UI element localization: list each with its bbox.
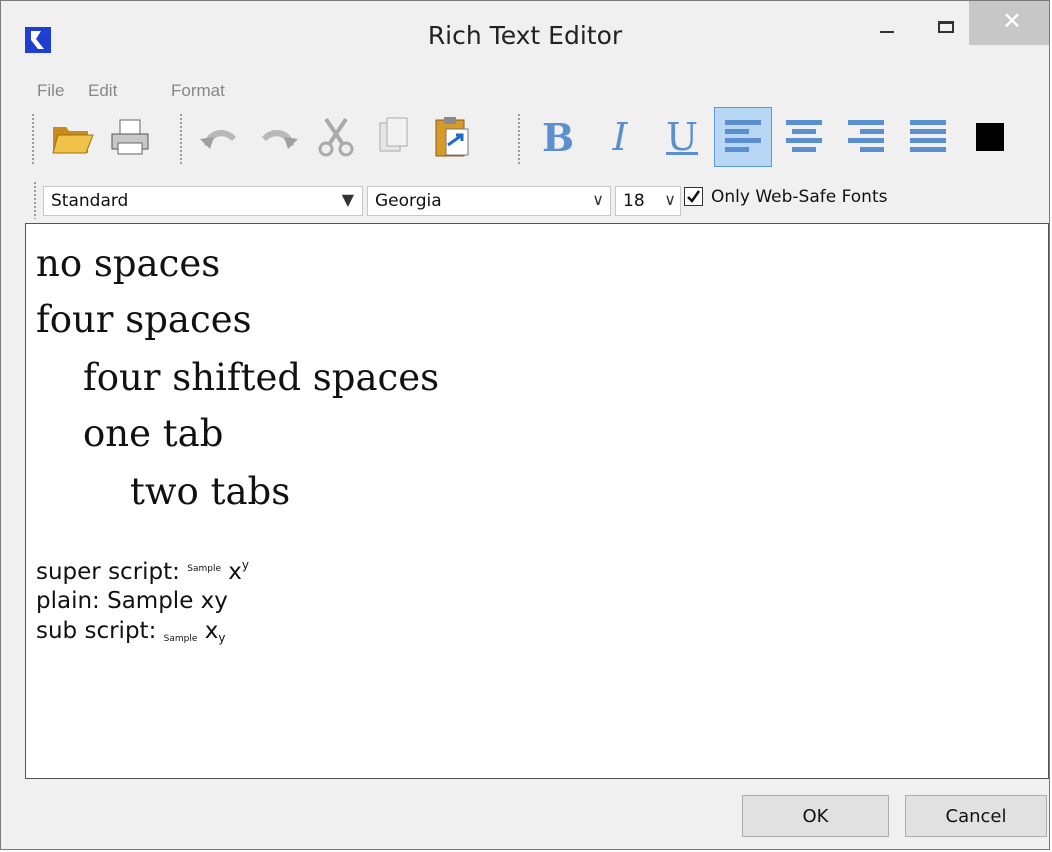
- formatbar-grip[interactable]: [33, 181, 37, 219]
- italic-icon: I: [612, 115, 628, 159]
- close-button[interactable]: ✕: [969, 1, 1049, 45]
- minimize-button[interactable]: [859, 3, 919, 43]
- align-left-icon: [725, 120, 761, 152]
- chevron-down-icon: ∨: [664, 190, 676, 209]
- cut-icon: [318, 117, 354, 157]
- chevron-down-icon: ▼: [341, 190, 354, 209]
- plain-line: plain: Sample xy: [36, 588, 228, 614]
- text-color-button[interactable]: [961, 107, 1019, 167]
- editor-line: one tab: [83, 412, 224, 455]
- menu-format[interactable]: Format: [171, 81, 225, 101]
- justify-button[interactable]: [899, 107, 957, 167]
- web-safe-fonts-checkbox[interactable]: [684, 187, 703, 206]
- bold-button[interactable]: B: [529, 107, 587, 167]
- font-select-value: Georgia: [375, 191, 442, 211]
- subscript-line: sub script: Sample xy: [36, 618, 225, 645]
- open-folder-icon: [52, 127, 94, 154]
- superscript-line: super script: Sample xy: [36, 558, 249, 585]
- bold-icon: B: [541, 114, 575, 160]
- toolbar-grip[interactable]: [31, 113, 35, 165]
- underline-button[interactable]: U: [653, 107, 711, 167]
- open-button[interactable]: [43, 107, 101, 167]
- font-select[interactable]: Georgia ∨: [367, 186, 611, 216]
- menu-file[interactable]: File: [37, 81, 64, 101]
- menu-edit[interactable]: Edit: [88, 81, 117, 101]
- title-bar: Rich Text Editor ✕: [1, 1, 1049, 71]
- underline-icon: U: [665, 115, 699, 159]
- ok-button[interactable]: OK: [742, 795, 889, 837]
- dialog-footer: OK Cancel: [1, 780, 1049, 849]
- print-icon: [111, 119, 149, 155]
- web-safe-fonts-label: Only Web-Safe Fonts: [711, 187, 888, 207]
- toolbar-grip[interactable]: [517, 113, 521, 165]
- cut-button[interactable]: [307, 107, 365, 167]
- align-right-icon: [848, 120, 884, 152]
- undo-button[interactable]: [191, 107, 249, 167]
- subscript-y: y: [218, 631, 226, 645]
- style-select-value: Standard: [51, 191, 129, 211]
- undo-icon: [200, 130, 236, 149]
- subscript-label: sub script:: [36, 618, 157, 644]
- superscript-y: y: [241, 558, 250, 572]
- subscript-x: x: [204, 618, 219, 644]
- size-select[interactable]: 18 ∨: [615, 186, 681, 216]
- superscript-label: super script:: [36, 559, 180, 585]
- superscript-sample: Sample: [187, 564, 221, 574]
- size-select-value: 18: [623, 191, 645, 211]
- align-center-icon: [786, 120, 822, 152]
- editor-line: two tabs: [130, 470, 291, 513]
- editor-line: no spaces: [36, 242, 221, 285]
- copy-icon: [379, 117, 408, 152]
- align-center-button[interactable]: [775, 107, 833, 167]
- align-right-button[interactable]: [837, 107, 895, 167]
- chevron-down-icon: ∨: [592, 190, 604, 209]
- subscript-sample: Sample: [163, 634, 198, 644]
- cancel-button[interactable]: Cancel: [905, 795, 1047, 837]
- style-select[interactable]: Standard ▼: [43, 186, 363, 216]
- copy-button[interactable]: [365, 107, 423, 167]
- checkmark-icon: [687, 190, 701, 203]
- text-editor-area[interactable]: no spaces four spaces four shifted space…: [25, 223, 1049, 779]
- paste-icon: [435, 117, 469, 157]
- toolbar-grip[interactable]: [179, 113, 183, 165]
- print-button[interactable]: [101, 107, 159, 167]
- close-icon: ✕: [1002, 8, 1023, 35]
- align-left-button[interactable]: [714, 107, 772, 167]
- format-bar: Standard ▼ Georgia ∨ 18 ∨: [1, 173, 1049, 223]
- rich-text-editor-window: Rich Text Editor ✕ File Edit Format B I …: [0, 0, 1050, 850]
- text-color-icon: [976, 123, 1004, 151]
- editor-line: four shifted spaces: [83, 356, 440, 399]
- superscript-x: x: [228, 559, 242, 585]
- redo-icon: [262, 130, 298, 149]
- paste-button[interactable]: [423, 107, 481, 167]
- menu-bar: File Edit Format: [1, 73, 1049, 107]
- italic-button[interactable]: I: [591, 107, 649, 167]
- align-justify-icon: [910, 120, 946, 152]
- redo-button[interactable]: [249, 107, 307, 167]
- editor-line: four spaces: [36, 298, 252, 341]
- toolbar: B I U: [1, 107, 1049, 171]
